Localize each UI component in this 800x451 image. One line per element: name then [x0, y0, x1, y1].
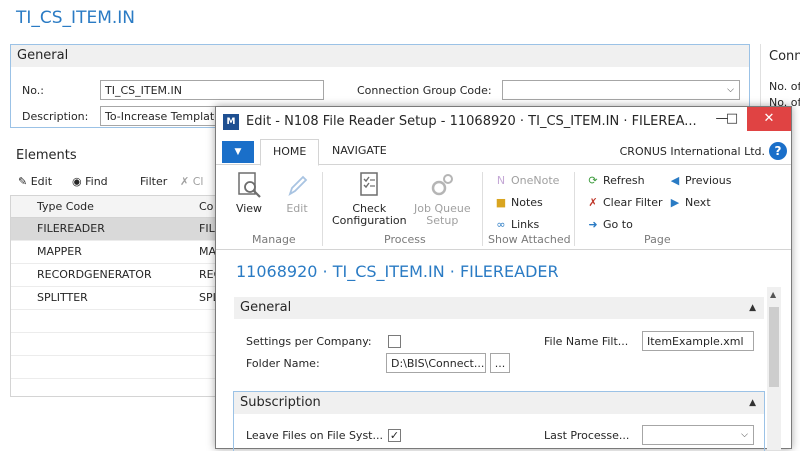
- elements-list-header: Type Code Co: [11, 196, 226, 218]
- folder-name-label: Folder Name:: [246, 357, 320, 370]
- tab-navigate[interactable]: NAVIGATE: [332, 144, 387, 157]
- next-button[interactable]: ▶ Next: [668, 196, 711, 209]
- table-row[interactable]: MAPPER MA: [11, 241, 226, 264]
- clear-filter-icon: ✗: [588, 196, 598, 209]
- arrow-right-icon: ➜: [588, 218, 598, 231]
- ribbon-group-page: Page: [644, 233, 671, 246]
- no-field[interactable]: TI_CS_ITEM.IN: [100, 80, 324, 100]
- table-row[interactable]: FILEREADER FILE: [11, 218, 226, 241]
- general-header-label: General: [17, 48, 69, 63]
- ribbon: View Edit Manage Check Configuration Job…: [216, 166, 791, 250]
- last-processed-label: Last Processe...: [544, 429, 630, 442]
- window-titlebar[interactable]: M Edit - N108 File Reader Setup - 110689…: [216, 107, 791, 137]
- window-title: Edit - N108 File Reader Setup - 11068920…: [246, 114, 697, 129]
- connection-group-field[interactable]: ⌵: [502, 80, 740, 100]
- folder-name-field[interactable]: D:\BIS\Connect...: [386, 353, 486, 373]
- elements-header: Elements: [16, 148, 77, 163]
- onenote-button[interactable]: N OneNote: [494, 174, 560, 187]
- check-configuration-button[interactable]: Check Configuration: [332, 170, 407, 227]
- close-button[interactable]: ✕: [747, 107, 791, 131]
- elements-clear-filter-button[interactable]: ✗ Cl: [180, 175, 203, 188]
- leave-files-label: Leave Files on File Syst...: [246, 429, 383, 442]
- ribbon-separator: [574, 172, 575, 246]
- general-fasttab-header[interactable]: General ▲: [234, 297, 764, 319]
- description-label: Description:: [22, 110, 89, 123]
- general-fasttab-header[interactable]: General: [11, 45, 749, 67]
- table-row: [11, 310, 226, 333]
- close-icon: ✕: [763, 111, 775, 126]
- job-queue-setup-button[interactable]: Job Queue Setup: [414, 170, 471, 227]
- notes-button[interactable]: ■ Notes: [494, 196, 543, 209]
- ribbon-separator: [322, 172, 323, 246]
- file-reader-setup-window: M Edit - N108 File Reader Setup - 110689…: [215, 106, 792, 451]
- links-button[interactable]: ∞ Links: [494, 218, 539, 231]
- settings-per-company-checkbox[interactable]: [388, 335, 401, 348]
- company-name: CRONUS International Ltd.: [619, 145, 765, 158]
- connection-group-label: Connection Group Code:: [357, 84, 492, 97]
- edit-button[interactable]: Edit: [282, 170, 312, 215]
- ribbon-group-process: Process: [384, 233, 426, 246]
- chevron-down-icon: ⌵: [727, 85, 734, 95]
- table-row[interactable]: SPLITTER SPL: [11, 287, 226, 310]
- gears-icon: [432, 174, 454, 196]
- tab-home[interactable]: HOME: [260, 139, 320, 166]
- view-button[interactable]: View: [234, 170, 264, 215]
- elements-edit-button[interactable]: ✎ Edit: [18, 175, 52, 188]
- scrollbar-thumb[interactable]: [769, 307, 779, 387]
- factbox-line: No. of: [769, 80, 800, 93]
- dynamics-logo-icon: M: [223, 114, 239, 130]
- column-header-code[interactable]: Co: [199, 200, 213, 213]
- ribbon-group-manage: Manage: [252, 233, 296, 246]
- checklist-icon: [360, 172, 379, 196]
- help-icon[interactable]: ?: [769, 142, 787, 160]
- elements-find-button[interactable]: ◉ Find: [72, 175, 108, 188]
- table-row: [11, 333, 226, 356]
- elements-list: Type Code Co FILEREADER FILE MAPPER MA R…: [10, 195, 226, 397]
- settings-per-company-label: Settings per Company:: [246, 335, 372, 348]
- file-menu-button[interactable]: ▼: [222, 141, 254, 163]
- file-name-filter-label: File Name Filt...: [544, 335, 629, 348]
- factbox-header: Conn: [769, 49, 800, 64]
- note-icon: ■: [495, 196, 507, 209]
- description-field[interactable]: To-Increase Template: [100, 106, 220, 126]
- page-title: TI_CS_ITEM.IN: [16, 8, 135, 28]
- chevron-down-icon: ⌵: [741, 430, 748, 440]
- elements-toolbar: ✎ Edit ◉ Find Filter ✗ Cl: [10, 170, 225, 194]
- last-processed-field[interactable]: ⌵: [642, 425, 754, 445]
- link-icon: ∞: [496, 218, 506, 231]
- table-row[interactable]: RECORDGENERATOR REC: [11, 264, 226, 287]
- chevron-up-icon: ▲: [749, 303, 756, 313]
- table-row: [11, 356, 226, 379]
- column-header-type-code[interactable]: Type Code: [37, 200, 94, 213]
- go-to-button[interactable]: ➜ Go to: [586, 218, 632, 231]
- vertical-scrollbar[interactable]: ▲: [767, 287, 781, 450]
- no-label: No.:: [22, 84, 44, 97]
- refresh-icon: ⟳: [588, 174, 598, 187]
- pencil-icon: ✎: [18, 175, 28, 188]
- elements-filter-button[interactable]: Filter: [140, 175, 167, 188]
- clear-filter-button[interactable]: ✗ Clear Filter: [586, 196, 662, 209]
- leave-files-checkbox[interactable]: ✓: [388, 429, 401, 442]
- ribbon-separator: [482, 172, 483, 246]
- binoculars-icon: ◉: [72, 175, 82, 188]
- triangle-left-icon: ◀: [670, 174, 680, 187]
- caret-down-icon: ▼: [234, 147, 242, 157]
- subscription-fasttab-header[interactable]: Subscription ▲: [234, 392, 764, 414]
- chevron-up-icon: ▲: [749, 398, 756, 408]
- view-icon: [238, 172, 261, 198]
- folder-browse-button[interactable]: ...: [490, 353, 510, 373]
- scroll-up-icon[interactable]: ▲: [770, 290, 776, 299]
- record-title: 11068920 · TI_CS_ITEM.IN · FILEREADER: [236, 262, 559, 281]
- onenote-icon: N: [496, 174, 506, 187]
- clear-filter-icon: ✗: [180, 175, 190, 188]
- pencil-icon: [288, 175, 308, 197]
- previous-button[interactable]: ◀ Previous: [668, 174, 732, 187]
- triangle-right-icon: ▶: [670, 196, 680, 209]
- ribbon-group-show-attached: Show Attached: [488, 233, 571, 246]
- maximize-icon[interactable]: □: [716, 107, 748, 131]
- file-name-filter-field[interactable]: ItemExample.xml: [642, 331, 754, 351]
- refresh-button[interactable]: ⟳ Refresh: [586, 174, 644, 187]
- ribbon-tabs: ▼ HOME NAVIGATE CRONUS International Ltd…: [216, 139, 791, 166]
